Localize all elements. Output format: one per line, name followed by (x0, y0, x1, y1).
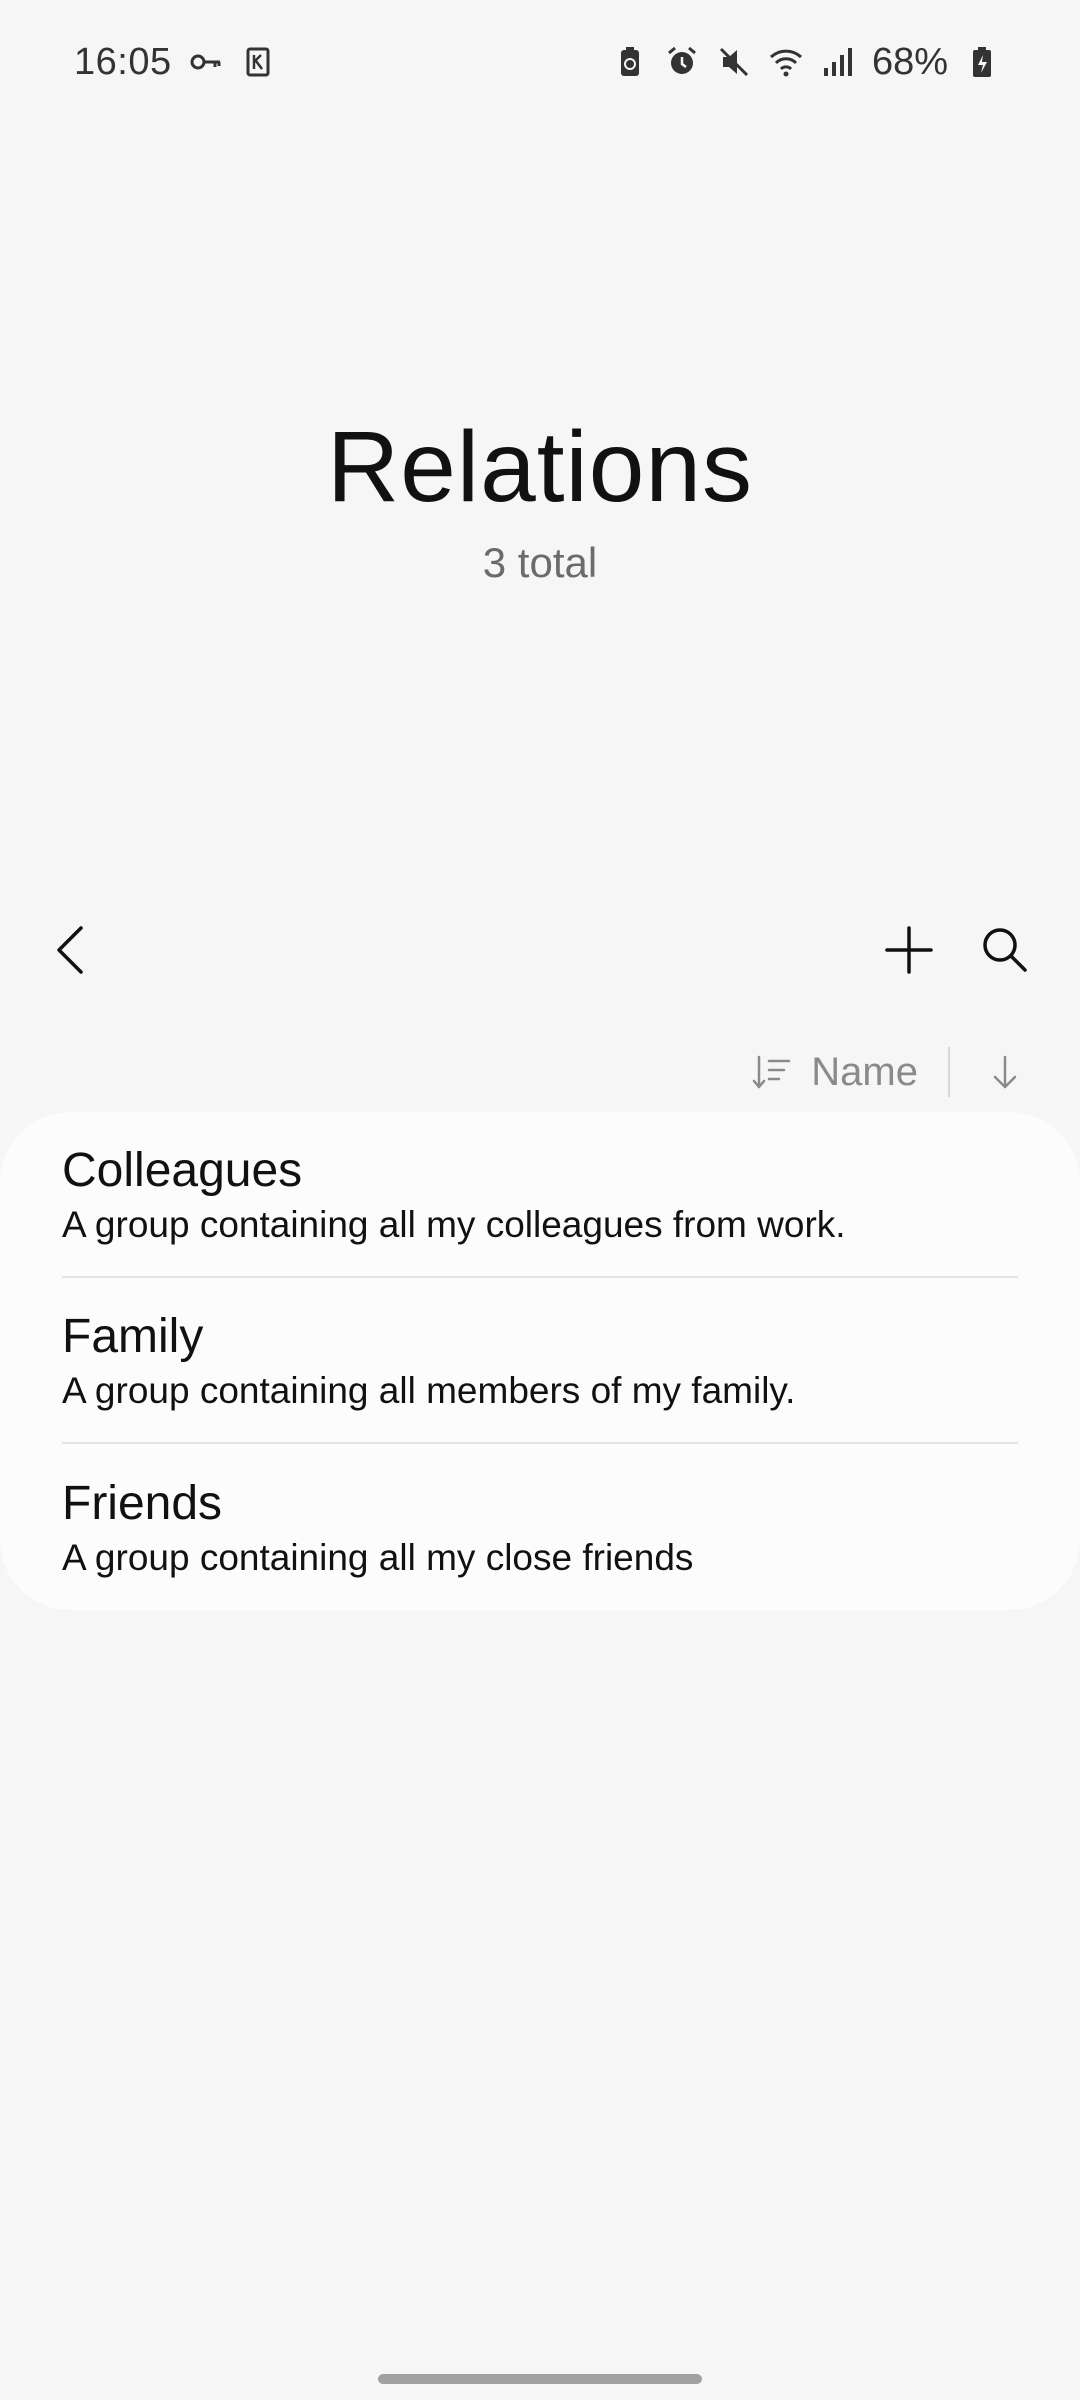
sort-row: Name (751, 1040, 1040, 1104)
status-left: 16:05 (74, 41, 276, 84)
relations-screen: 16:05 68% Relations 3 total Name Colleag… (0, 0, 1080, 2400)
page-subtitle: 3 total (482, 539, 598, 586)
add-group-button[interactable] (864, 900, 954, 1000)
sort-label: Name (811, 1049, 918, 1094)
group-description: A group containing all members of my fam… (62, 1369, 796, 1411)
signal-icon (820, 44, 856, 80)
app-notification-icon (240, 44, 276, 80)
navigation-handle[interactable] (378, 2374, 702, 2384)
mute-icon (716, 44, 752, 80)
sort-direction-button[interactable] (970, 1040, 1040, 1104)
sort-divider (948, 1047, 950, 1097)
page-header: Relations 3 total (0, 410, 1080, 587)
status-time: 16:05 (74, 40, 172, 83)
key-icon (188, 44, 224, 80)
wifi-icon (768, 44, 804, 80)
group-name: Colleagues (62, 1143, 303, 1197)
battery-percent: 68% (871, 40, 948, 83)
chevron-left-icon (57, 926, 83, 974)
back-button[interactable] (28, 900, 118, 1000)
search-button[interactable] (960, 900, 1050, 1000)
group-name: Family (62, 1309, 204, 1363)
status-right: 68% (612, 41, 1000, 84)
search-icon (983, 928, 1027, 972)
page-title: Relations (327, 411, 753, 523)
group-description: A group containing all my close friends (62, 1536, 694, 1578)
list-item-family[interactable]: Family A group containing all members of… (62, 1278, 1018, 1444)
groups-list: Colleagues A group containing all my col… (0, 1112, 1080, 1610)
plus-icon (885, 926, 933, 974)
group-name: Friends (62, 1476, 223, 1530)
battery-icon (964, 44, 1000, 80)
status-bar: 16:05 68% (0, 0, 1080, 124)
group-description: A group containing all my colleagues fro… (62, 1203, 846, 1245)
battery-saver-icon (612, 44, 648, 80)
list-item-friends[interactable]: Friends A group containing all my close … (62, 1444, 1018, 1610)
sort-icon (753, 1055, 791, 1089)
arrow-down-icon (993, 1055, 1017, 1089)
list-item-colleagues[interactable]: Colleagues A group containing all my col… (62, 1112, 1018, 1278)
toolbar (0, 900, 1080, 1000)
sort-by-button[interactable]: Name (751, 1050, 948, 1095)
alarm-icon (664, 44, 700, 80)
